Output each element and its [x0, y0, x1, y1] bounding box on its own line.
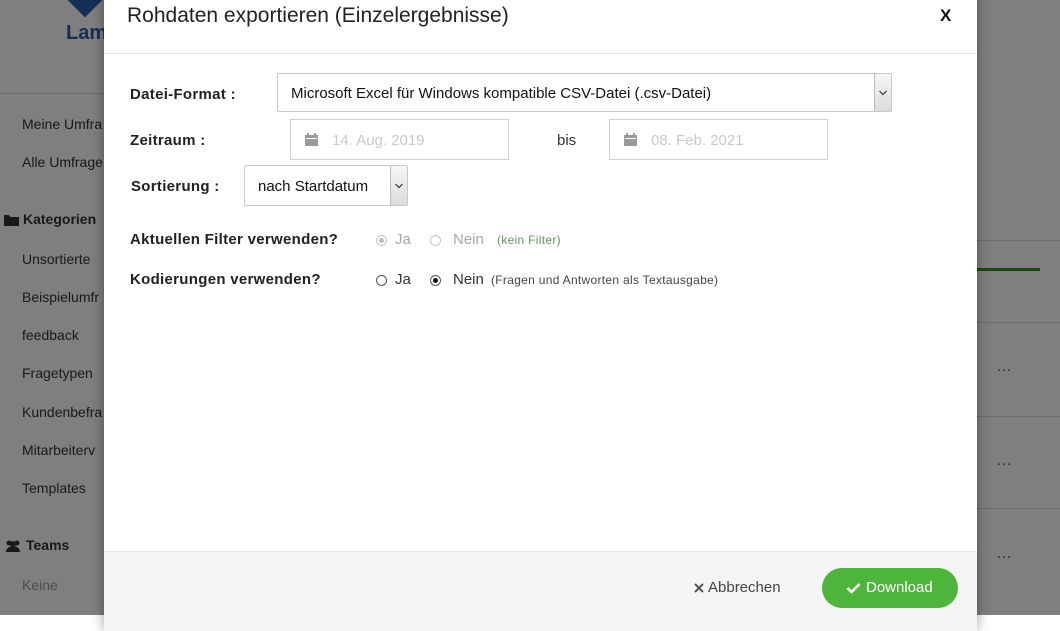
date-to-input[interactable]: 08. Feb. 2021 [609, 119, 828, 160]
download-button[interactable]: Download [822, 568, 958, 608]
header-divider [104, 53, 977, 54]
filter-no-label: Nein [453, 231, 484, 248]
close-button[interactable]: X [940, 6, 951, 26]
coding-no-radio[interactable] [430, 275, 441, 286]
checkmark-icon [846, 583, 861, 594]
calendar-icon [624, 133, 637, 146]
filter-no-radio[interactable] [430, 235, 441, 246]
filter-yes-radio[interactable] [376, 235, 387, 246]
coding-hint: (Fragen und Antworten als Textausgabe) [491, 273, 719, 287]
date-to-value: 08. Feb. 2021 [651, 132, 744, 149]
period-separator: bis [557, 132, 577, 149]
format-select-toggle[interactable] [874, 74, 891, 111]
radio-checked-dot [379, 238, 384, 243]
download-button-label: Download [866, 579, 933, 596]
radio-checked-dot [433, 278, 438, 283]
cancel-button[interactable]: Abbrechen [694, 579, 781, 596]
sort-select[interactable]: nach Startdatum [244, 165, 408, 206]
format-label: Datei-Format : [130, 86, 236, 103]
dialog-footer: Abbrechen Download [104, 551, 977, 631]
sort-select-toggle[interactable] [390, 166, 407, 205]
cancel-button-label: Abbrechen [708, 579, 781, 596]
coding-no-label: Nein [453, 271, 484, 288]
export-dialog: Rohdaten exportieren (Einzelergebnisse) … [104, 0, 977, 631]
coding-yes-label: Ja [395, 271, 411, 288]
format-select-value: Microsoft Excel für Windows kompatible C… [291, 85, 712, 102]
chevron-down-icon [879, 90, 887, 95]
sort-label: Sortierung : [131, 178, 220, 195]
period-label: Zeitraum : [130, 132, 206, 149]
coding-yes-radio[interactable] [376, 275, 387, 286]
format-select[interactable]: Microsoft Excel für Windows kompatible C… [277, 73, 892, 112]
close-icon [694, 583, 704, 593]
coding-label: Kodierungen verwenden? [130, 271, 321, 288]
filter-hint: (kein Filter) [497, 233, 561, 247]
chevron-down-icon [395, 183, 403, 188]
dialog-title: Rohdaten exportieren (Einzelergebnisse) [127, 4, 509, 27]
sort-select-value: nach Startdatum [258, 178, 369, 195]
date-from-input[interactable]: 14. Aug. 2019 [290, 119, 509, 160]
filter-yes-label: Ja [395, 231, 411, 248]
filter-label: Aktuellen Filter verwenden? [130, 231, 339, 248]
calendar-icon [305, 133, 318, 146]
date-from-value: 14. Aug. 2019 [332, 132, 425, 149]
